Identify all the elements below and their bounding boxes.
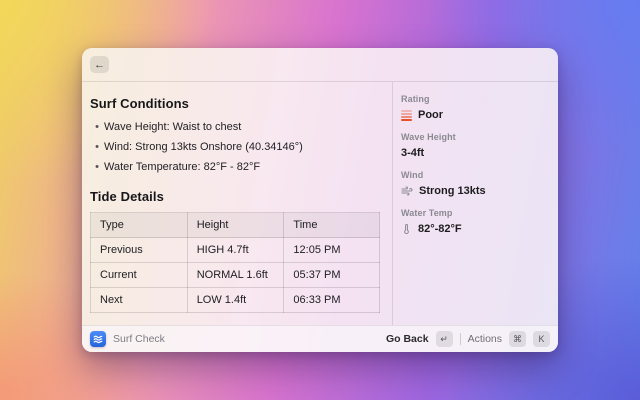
wind-value: Strong 13kts [419, 185, 486, 197]
list-item: Wind: Strong 13kts Onshore (40.34146°) [90, 137, 382, 157]
tide-col-height: Height [187, 213, 284, 238]
tide-type-cell: Next [91, 288, 188, 313]
list-item: Wave Height: Waist to chest [90, 117, 382, 137]
actions-menu-button[interactable]: Actions [468, 333, 502, 345]
bullet-icon [90, 141, 104, 153]
tide-time-cell: 05:37 PM [284, 263, 380, 288]
bullet-icon [90, 161, 104, 173]
go-back-action[interactable]: Go Back [386, 333, 429, 345]
tide-time-cell: 12:05 PM [284, 238, 380, 263]
wave-height-value: 3-4ft [401, 147, 424, 159]
back-arrow-icon: ← [94, 59, 105, 71]
tide-type-cell: Current [91, 263, 188, 288]
list-item: Water Temperature: 82°F - 82°F [90, 157, 382, 177]
table-row: Previous HIGH 4.7ft 12:05 PM [91, 238, 380, 263]
water-temp-value: 82°-82°F [418, 223, 462, 235]
wave-height-value-row: 3-4ft [401, 146, 550, 160]
back-button[interactable]: ← [90, 56, 109, 73]
tide-height-cell: LOW 1.4ft [187, 288, 284, 313]
tide-col-time: Time [284, 213, 380, 238]
bullet-icon [90, 121, 104, 133]
footer-action-bar: Surf Check Go Back ↵ Actions ⌘ K [82, 325, 558, 352]
tide-table: Type Height Time Previous HIGH 4.7ft 12:… [90, 212, 380, 313]
rating-label: Rating [401, 94, 550, 104]
thermometer-icon [401, 223, 412, 235]
water-temp-label: Water Temp [401, 208, 550, 218]
tide-col-type: Type [91, 213, 188, 238]
tide-height-cell: NORMAL 1.6ft [187, 263, 284, 288]
rating-bars-icon [401, 110, 412, 121]
detail-markdown-content: Surf Conditions Wave Height: Waist to ch… [82, 82, 392, 325]
tide-type-cell: Previous [91, 238, 188, 263]
rating-value-row: Poor [401, 108, 550, 122]
return-key-badge: ↵ [436, 331, 453, 347]
surf-check-window: ← Surf Conditions Wave Height: Waist to … [82, 48, 558, 352]
water-temp-value-row: 82°-82°F [401, 222, 550, 236]
tide-table-header-row: Type Height Time [91, 213, 380, 238]
tide-time-cell: 06:33 PM [284, 288, 380, 313]
surf-conditions-heading: Surf Conditions [90, 96, 382, 111]
metadata-sidebar: Rating Poor Wave Height 3-4ft Wind Stron… [393, 82, 558, 325]
wind-icon [401, 185, 413, 197]
wind-bullet: Wind: Strong 13kts Onshore (40.34146°) [104, 141, 303, 153]
surf-conditions-list: Wave Height: Waist to chest Wind: Strong… [90, 117, 382, 177]
water-temperature-bullet: Water Temperature: 82°F - 82°F [104, 161, 260, 173]
table-row: Current NORMAL 1.6ft 05:37 PM [91, 263, 380, 288]
waves-icon [93, 334, 103, 344]
wave-height-bullet: Wave Height: Waist to chest [104, 121, 241, 133]
tide-details-heading: Tide Details [90, 189, 382, 204]
window-body: Surf Conditions Wave Height: Waist to ch… [82, 82, 558, 325]
tide-height-cell: HIGH 4.7ft [187, 238, 284, 263]
rating-value: Poor [418, 109, 443, 121]
window-header: ← [82, 48, 558, 82]
command-key-badge: ⌘ [509, 331, 526, 347]
surf-check-app-icon [90, 331, 106, 347]
table-row: Next LOW 1.4ft 06:33 PM [91, 288, 380, 313]
k-key-badge: K [533, 331, 550, 347]
wind-value-row: Strong 13kts [401, 184, 550, 198]
wind-label: Wind [401, 170, 550, 180]
app-name: Surf Check [113, 333, 165, 345]
footer-divider [460, 333, 461, 345]
wave-height-label: Wave Height [401, 132, 550, 142]
